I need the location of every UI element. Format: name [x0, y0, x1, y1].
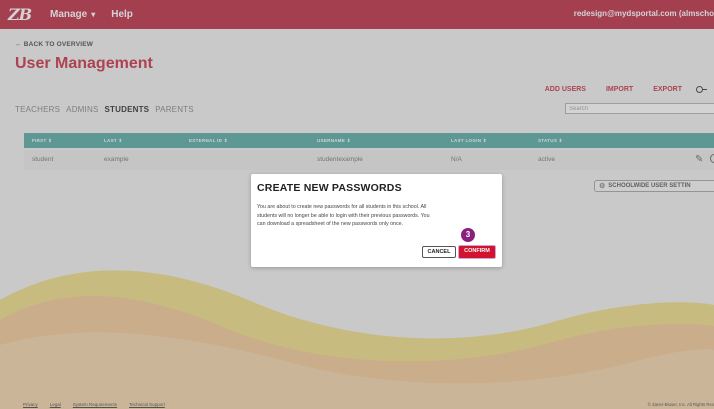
dialog-title: CREATE NEW PASSWORDS: [257, 182, 402, 194]
step-number-badge: 3: [461, 228, 475, 242]
cancel-button[interactable]: CANCEL: [422, 246, 456, 258]
confirm-button[interactable]: CONFIRM: [458, 245, 496, 259]
dialog-body-line: You are about to create new passwords fo…: [257, 204, 427, 210]
dialog-body-line: can download a spreadsheet of the new pa…: [257, 221, 404, 228]
dialog-body: You are about to create new passwords fo…: [257, 203, 496, 229]
dialog-body-line: students will no longer be able to login…: [257, 212, 430, 219]
create-passwords-dialog: CREATE NEW PASSWORDS You are about to cr…: [251, 174, 502, 267]
